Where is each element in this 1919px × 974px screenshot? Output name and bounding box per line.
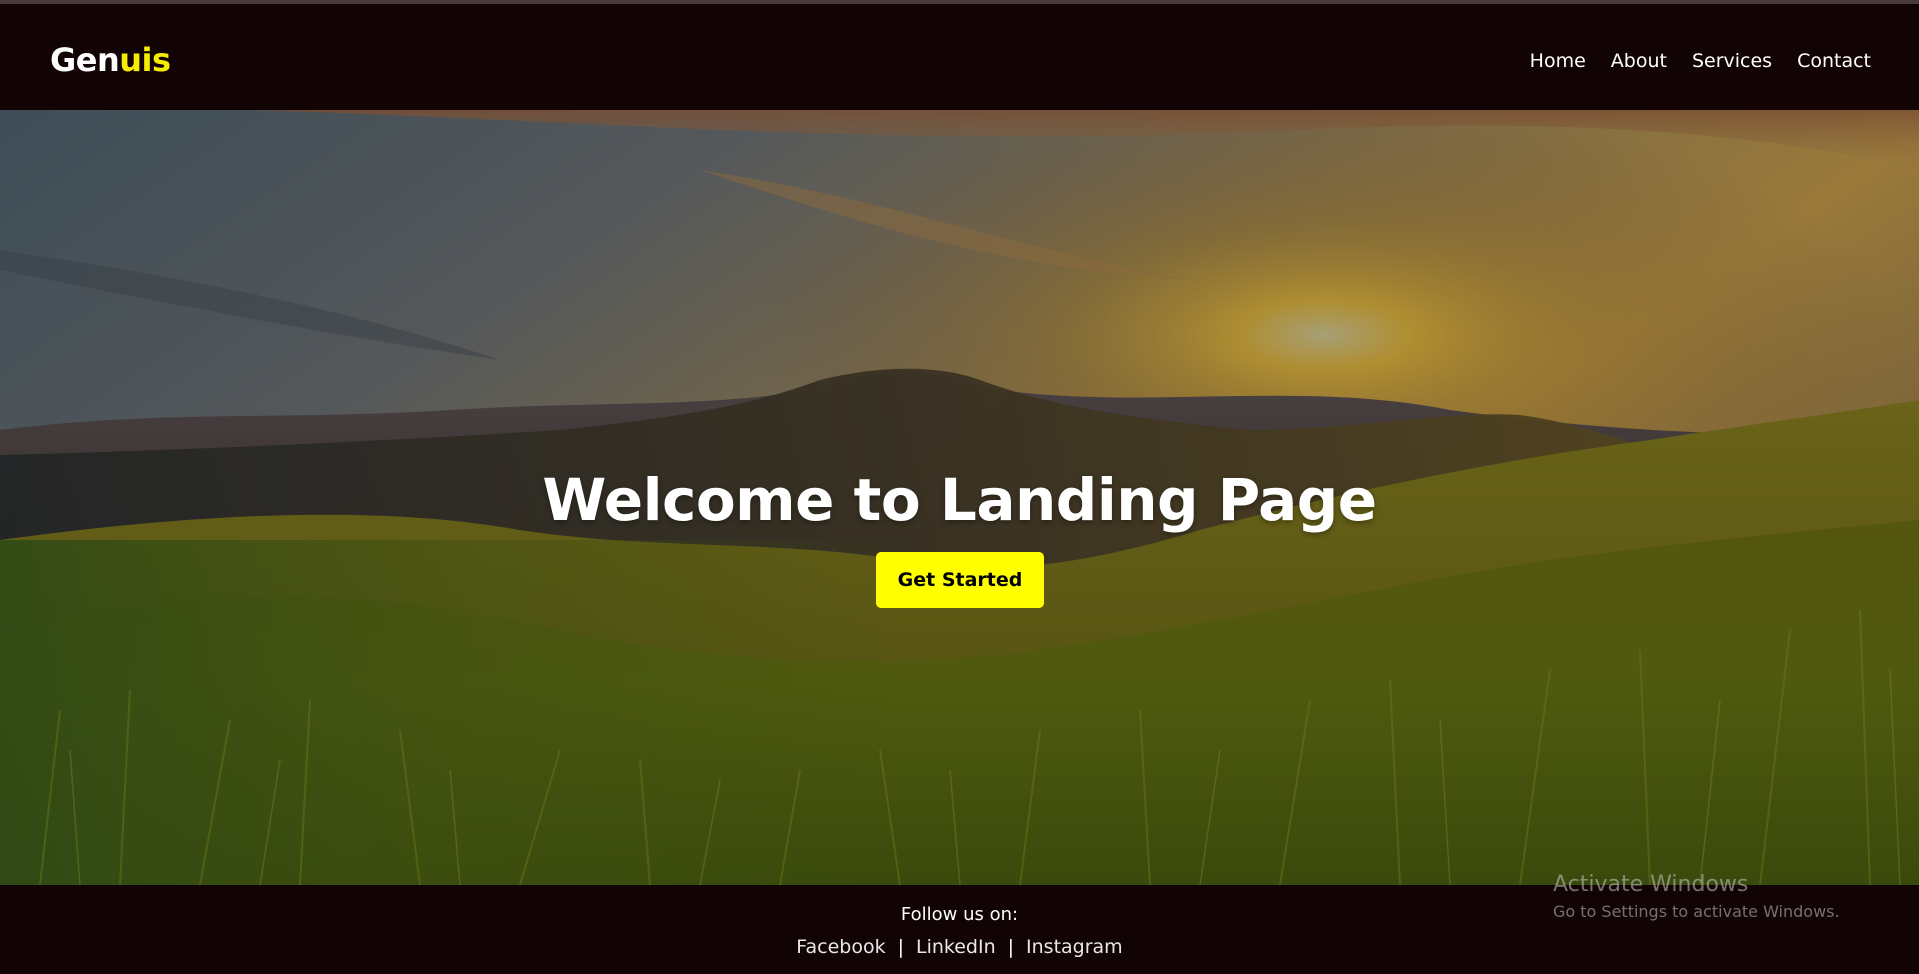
- logo-text-white: Gen: [50, 41, 120, 79]
- nav-contact-link[interactable]: Contact: [1797, 49, 1871, 73]
- facebook-link[interactable]: Facebook: [796, 936, 885, 958]
- link-separator: |: [897, 936, 904, 958]
- landing-page: Genuis Home About Services Contact Welco…: [0, 0, 1919, 974]
- social-links: Facebook | LinkedIn | Instagram: [0, 935, 1919, 959]
- site-header: Genuis Home About Services Contact: [0, 4, 1919, 110]
- instagram-link[interactable]: Instagram: [1026, 936, 1123, 958]
- logo-text-yellow: uis: [119, 41, 171, 79]
- site-logo[interactable]: Genuis: [50, 40, 171, 80]
- get-started-button[interactable]: Get Started: [876, 552, 1044, 608]
- link-separator: |: [1007, 936, 1015, 958]
- hero-section: Welcome to Landing Page Get Started: [0, 110, 1919, 885]
- watermark-title: Activate Windows: [1553, 872, 1749, 897]
- nav-about-link[interactable]: About: [1611, 49, 1667, 73]
- hero-title: Welcome to Landing Page: [542, 466, 1377, 534]
- nav-services-link[interactable]: Services: [1692, 49, 1772, 73]
- nav-home-link[interactable]: Home: [1530, 49, 1586, 73]
- windows-activation-watermark: Activate Windows Go to Settings to activ…: [1553, 871, 1840, 923]
- watermark-subtitle: Go to Settings to activate Windows.: [1553, 902, 1840, 921]
- main-nav: Home About Services Contact: [1530, 49, 1871, 73]
- linkedin-link[interactable]: LinkedIn: [916, 936, 996, 958]
